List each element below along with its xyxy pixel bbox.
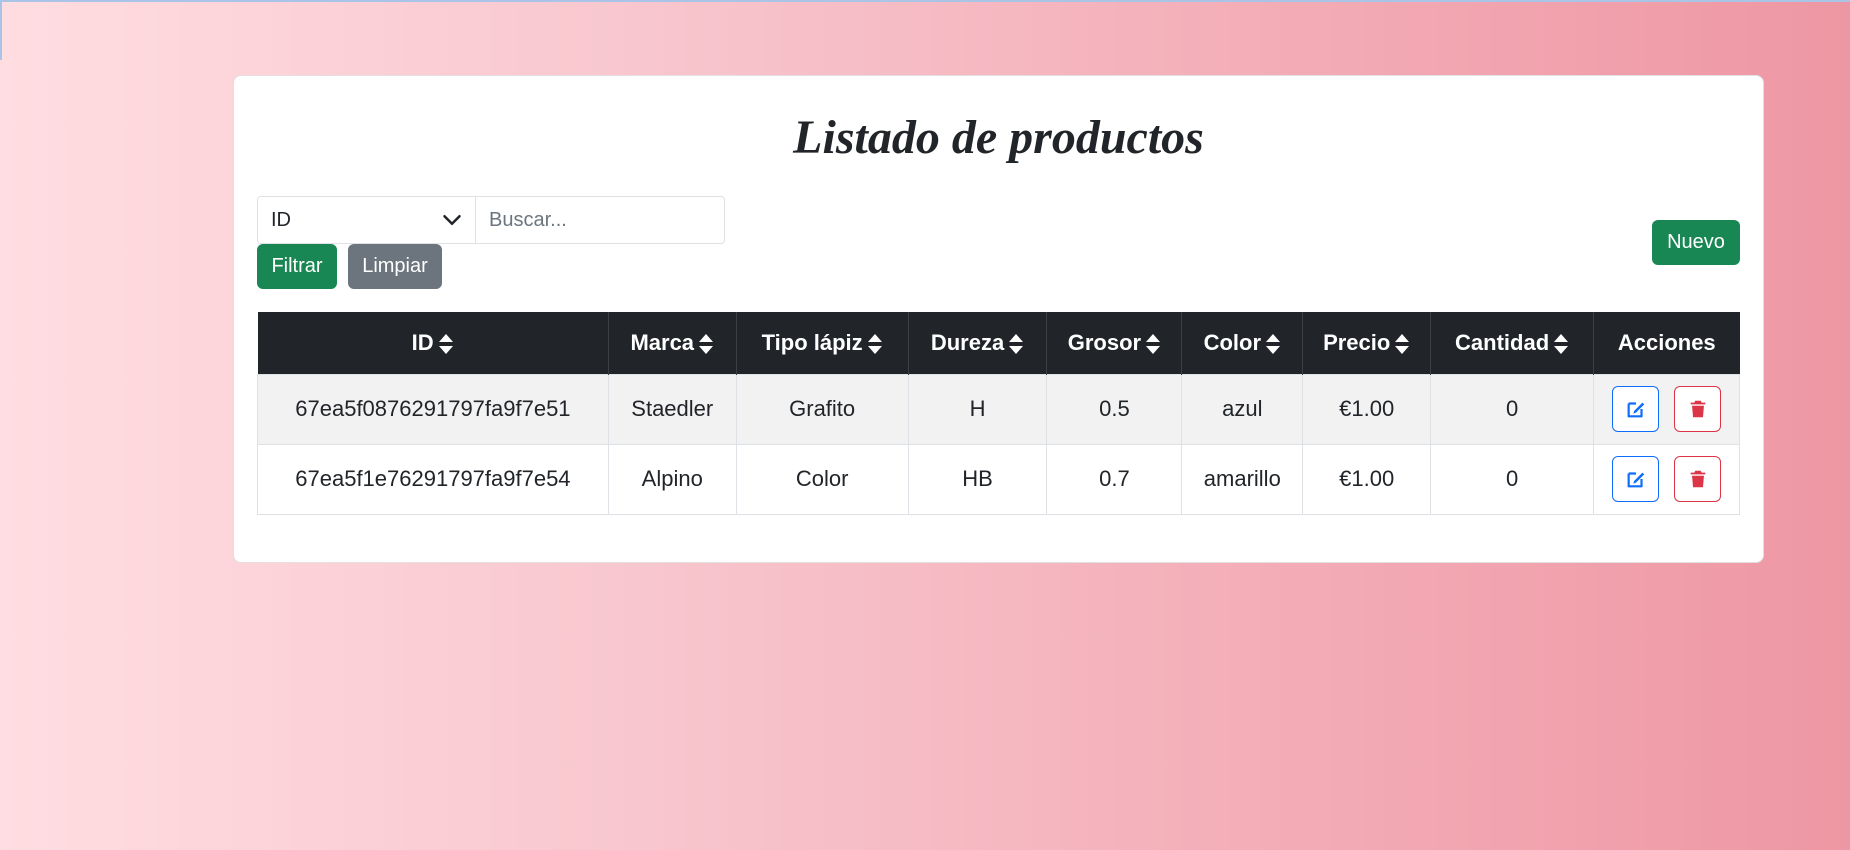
column-header-color[interactable]: Color [1181, 312, 1304, 374]
cell-marca: Staedler [607, 373, 737, 445]
table-row: 67ea5f0876291797fa9f7e51 Staedler Grafit… [257, 373, 1740, 445]
search-input[interactable] [476, 196, 725, 244]
cell-dureza: HB [907, 443, 1048, 515]
filter-field-select[interactable]: ID [257, 196, 476, 244]
cell-cantidad: 0 [1430, 443, 1595, 515]
chevron-down-icon [443, 215, 461, 225]
trash-icon [1690, 470, 1705, 488]
new-product-button[interactable]: Nuevo [1652, 220, 1740, 265]
cell-precio: €1.00 [1302, 443, 1432, 515]
cell-id: 67ea5f1e76291797fa9f7e54 [257, 443, 609, 515]
edit-icon [1627, 402, 1644, 418]
filter-field-value: ID [271, 208, 291, 231]
cell-color: azul [1181, 373, 1304, 445]
sort-icon [699, 333, 714, 354]
sort-icon [1395, 333, 1410, 354]
cell-grosor: 0.5 [1046, 373, 1183, 445]
cell-grosor: 0.7 [1046, 443, 1183, 515]
sort-icon [1146, 333, 1161, 354]
products-card: Listado de productos ID Filtrar Limpiar … [233, 75, 1764, 563]
window-left-border [0, 0, 2, 60]
column-header-cantidad[interactable]: Cantidad [1430, 312, 1595, 374]
products-table: ID Marca Tipo lápiz Dureza Grosor Color … [257, 312, 1740, 515]
window-top-border [0, 0, 1850, 2]
cell-color: amarillo [1181, 443, 1304, 515]
column-header-tipo-lapiz[interactable]: Tipo lápiz [736, 312, 909, 374]
edit-icon [1627, 472, 1644, 488]
cell-precio: €1.00 [1302, 373, 1432, 445]
cell-id: 67ea5f0876291797fa9f7e51 [257, 373, 609, 445]
cell-acciones [1593, 373, 1740, 445]
column-header-grosor[interactable]: Grosor [1046, 312, 1183, 374]
filter-button[interactable]: Filtrar [257, 244, 337, 289]
cell-acciones [1593, 443, 1740, 515]
column-header-precio[interactable]: Precio [1302, 312, 1432, 374]
cell-cantidad: 0 [1430, 373, 1595, 445]
column-header-dureza[interactable]: Dureza [908, 312, 1048, 374]
table-header-row: ID Marca Tipo lápiz Dureza Grosor Color … [257, 312, 1740, 374]
cell-tipo-lapiz: Color [735, 443, 909, 515]
edit-button[interactable] [1612, 386, 1659, 432]
sort-icon [1266, 333, 1281, 354]
clear-button[interactable]: Limpiar [348, 244, 442, 289]
table-row: 67ea5f1e76291797fa9f7e54 Alpino Color HB… [257, 443, 1740, 515]
sort-icon [867, 333, 882, 354]
column-header-acciones: Acciones [1593, 312, 1740, 374]
cell-marca: Alpino [607, 443, 737, 515]
cell-dureza: H [907, 373, 1048, 445]
filter-row: ID [257, 196, 725, 244]
delete-button[interactable] [1674, 386, 1721, 432]
sort-icon [1009, 333, 1024, 354]
edit-button[interactable] [1612, 456, 1659, 502]
cell-tipo-lapiz: Grafito [735, 373, 909, 445]
delete-button[interactable] [1674, 456, 1721, 502]
trash-icon [1690, 400, 1705, 418]
sort-icon [1554, 333, 1569, 354]
page-title: Listado de productos [793, 111, 1204, 164]
column-header-id[interactable]: ID [257, 312, 609, 374]
sort-icon [438, 333, 453, 354]
column-header-marca[interactable]: Marca [608, 312, 737, 374]
